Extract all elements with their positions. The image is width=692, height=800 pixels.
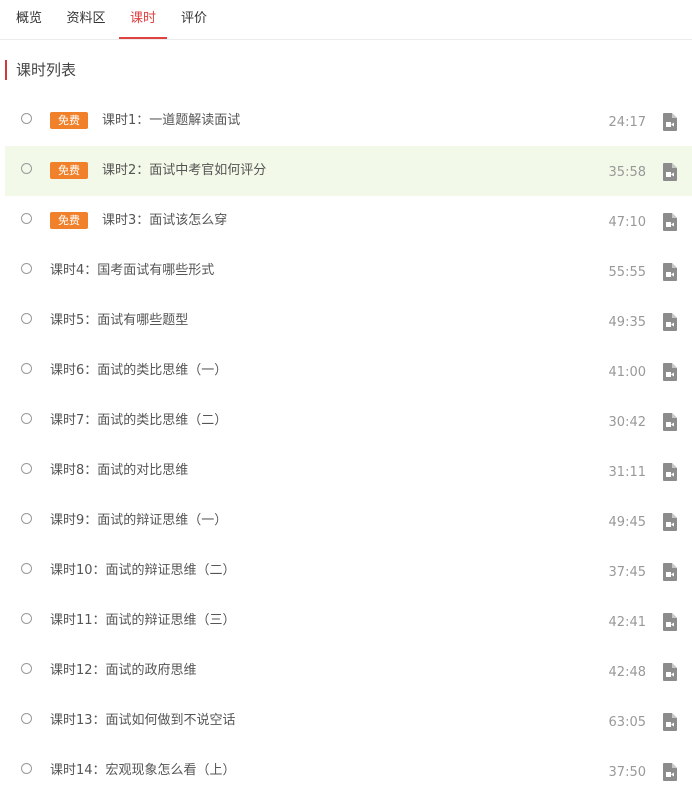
- lesson-row[interactable]: 课时14：宏观现象怎么看（上） 37:50: [5, 746, 692, 796]
- video-file-icon[interactable]: [663, 213, 677, 231]
- lesson-title[interactable]: 课时14：宏观现象怎么看（上）: [50, 761, 236, 781]
- lesson-duration: 55:55: [608, 265, 646, 280]
- radio-circle-icon[interactable]: [21, 113, 32, 124]
- lesson-row[interactable]: 课时11：面试的辩证思维（三） 42:41: [5, 596, 692, 646]
- radio-circle-icon[interactable]: [21, 263, 32, 274]
- section-title: 课时列表: [5, 60, 76, 80]
- radio-circle-icon[interactable]: [21, 613, 32, 624]
- radio-circle-icon[interactable]: [21, 313, 32, 324]
- lesson-row[interactable]: 课时8：面试的对比思维 31:11: [5, 446, 692, 496]
- tab-materials[interactable]: 资料区: [58, 0, 114, 38]
- lesson-duration: 49:45: [608, 515, 646, 530]
- lesson-title[interactable]: 课时9：面试的辩证思维（一）: [50, 511, 227, 531]
- radio-circle-icon[interactable]: [21, 213, 32, 224]
- radio-circle-icon[interactable]: [21, 663, 32, 674]
- radio-circle-icon[interactable]: [21, 163, 32, 174]
- lesson-row[interactable]: 课时5：面试有哪些题型 49:35: [5, 296, 692, 346]
- video-file-icon[interactable]: [663, 363, 677, 381]
- video-file-icon[interactable]: [663, 663, 677, 681]
- lesson-title[interactable]: 课时12：面试的政府思维: [50, 661, 197, 681]
- video-file-icon[interactable]: [663, 163, 677, 181]
- radio-circle-icon[interactable]: [21, 713, 32, 724]
- video-file-icon[interactable]: [663, 413, 677, 431]
- lesson-row[interactable]: 课时7：面试的类比思维（二） 30:42: [5, 396, 692, 446]
- lesson-row[interactable]: 课时12：面试的政府思维 42:48: [5, 646, 692, 696]
- lesson-title[interactable]: 课时7：面试的类比思维（二）: [50, 411, 227, 431]
- lesson-title[interactable]: 课时13：面试如何做到不说空话: [50, 711, 236, 731]
- video-file-icon[interactable]: [663, 613, 677, 631]
- lesson-row[interactable]: 课时9：面试的辩证思维（一） 49:45: [5, 496, 692, 546]
- lesson-duration: 47:10: [608, 215, 646, 230]
- video-file-icon[interactable]: [663, 513, 677, 531]
- radio-circle-icon[interactable]: [21, 563, 32, 574]
- lesson-title[interactable]: 课时8：面试的对比思维: [50, 461, 188, 481]
- lesson-row[interactable]: 课时4：国考面试有哪些形式 55:55: [5, 246, 692, 296]
- lesson-title[interactable]: 课时4：国考面试有哪些形式: [50, 261, 214, 281]
- tab-reviews[interactable]: 评价: [171, 0, 217, 38]
- lesson-duration: 63:05: [608, 715, 646, 730]
- free-badge: 免费: [50, 212, 88, 229]
- video-file-icon[interactable]: [663, 313, 677, 331]
- video-file-icon[interactable]: [663, 713, 677, 731]
- lesson-duration: 24:17: [608, 115, 646, 130]
- radio-circle-icon[interactable]: [21, 463, 32, 474]
- lesson-duration: 31:11: [608, 465, 646, 480]
- lesson-duration: 30:42: [608, 415, 646, 430]
- radio-circle-icon[interactable]: [21, 363, 32, 374]
- lesson-duration: 37:50: [608, 765, 646, 780]
- lesson-row[interactable]: 免费 课时3：面试该怎么穿 47:10: [5, 196, 692, 246]
- tab-lessons[interactable]: 课时: [119, 0, 167, 39]
- lesson-row[interactable]: 课时6：面试的类比思维（一） 41:00: [5, 346, 692, 396]
- video-file-icon[interactable]: [663, 763, 677, 781]
- lesson-duration: 35:58: [608, 165, 646, 180]
- lesson-title[interactable]: 课时3：面试该怎么穿: [102, 211, 227, 231]
- lesson-title[interactable]: 课时5：面试有哪些题型: [50, 311, 188, 331]
- lesson-title[interactable]: 课时6：面试的类比思维（一）: [50, 361, 227, 381]
- lesson-row[interactable]: 免费 课时2：面试中考官如何评分 35:58: [5, 146, 692, 196]
- tab-bar: 概览 资料区 课时 评价: [0, 0, 692, 40]
- video-file-icon[interactable]: [663, 563, 677, 581]
- lesson-title[interactable]: 课时1：一道题解读面试: [102, 111, 240, 131]
- video-file-icon[interactable]: [663, 463, 677, 481]
- free-badge: 免费: [50, 162, 88, 179]
- radio-circle-icon[interactable]: [21, 513, 32, 524]
- lesson-duration: 37:45: [608, 565, 646, 580]
- radio-circle-icon[interactable]: [21, 763, 32, 774]
- lesson-row[interactable]: 免费 课时1：一道题解读面试 24:17: [5, 96, 692, 146]
- lesson-duration: 42:48: [608, 665, 646, 680]
- lesson-duration: 41:00: [608, 365, 646, 380]
- lesson-title[interactable]: 课时2：面试中考官如何评分: [102, 161, 266, 181]
- lesson-row[interactable]: 课时13：面试如何做到不说空话 63:05: [5, 696, 692, 746]
- lesson-list: 免费 课时1：一道题解读面试 24:17 免费 课时2：面试中考官如何评分 35:58 免费…: [5, 96, 692, 796]
- lesson-duration: 49:35: [608, 315, 646, 330]
- lesson-title[interactable]: 课时11：面试的辩证思维（三）: [50, 611, 236, 631]
- lesson-duration: 42:41: [608, 615, 646, 630]
- free-badge: 免费: [50, 112, 88, 129]
- radio-circle-icon[interactable]: [21, 413, 32, 424]
- video-file-icon[interactable]: [663, 113, 677, 131]
- tab-overview[interactable]: 概览: [6, 0, 52, 38]
- lesson-title[interactable]: 课时10：面试的辩证思维（二）: [50, 561, 236, 581]
- video-file-icon[interactable]: [663, 263, 677, 281]
- lesson-row[interactable]: 课时10：面试的辩证思维（二） 37:45: [5, 546, 692, 596]
